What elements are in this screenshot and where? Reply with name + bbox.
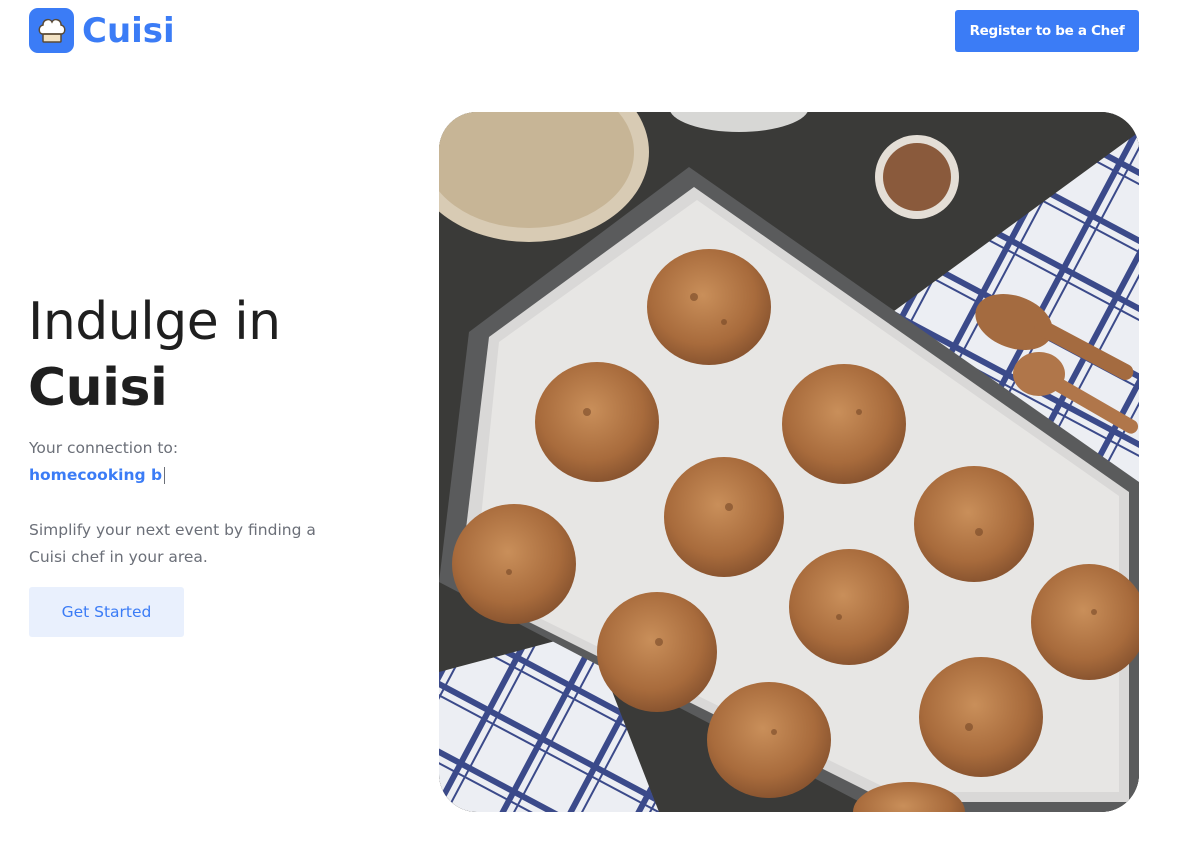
- register-chef-button[interactable]: Register to be a Chef: [955, 10, 1139, 52]
- typed-text: homecooking b: [29, 466, 166, 484]
- hero-description: Simplify your next event by finding a Cu…: [29, 521, 316, 566]
- typing-caret: [164, 466, 166, 484]
- hero-image-cookies: [439, 112, 1139, 812]
- get-started-button[interactable]: Get Started: [29, 587, 184, 637]
- cuisi-logo[interactable]: Cuisi: [29, 8, 175, 53]
- typed-text-value: homecooking b: [29, 466, 163, 484]
- brand-name: Cuisi: [82, 10, 175, 51]
- hero-title-line1: Indulge in: [28, 292, 281, 352]
- hero-title: Indulge in Cuisi: [28, 289, 281, 421]
- hero-title-line2: Cuisi: [28, 358, 168, 418]
- connection-label: Your connection to:: [29, 439, 179, 457]
- chef-hat-icon: [29, 8, 74, 53]
